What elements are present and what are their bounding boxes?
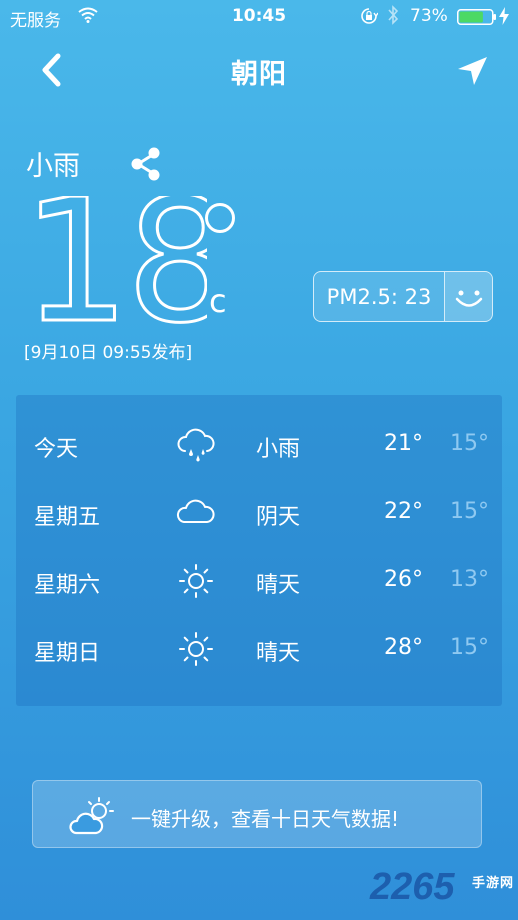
watermark-site: 手游网 (472, 876, 515, 891)
temperature-unit: C (209, 282, 227, 320)
temperature-text: 18 (22, 196, 207, 326)
forecast-low: 15° (450, 635, 489, 660)
charging-icon (499, 7, 509, 25)
forecast-day: 星期六 (34, 573, 101, 598)
forecast-high: 28° (384, 635, 423, 660)
upgrade-button[interactable]: 一键升级，查看十日天气数据! (32, 780, 482, 848)
cloud-sun-icon (69, 797, 114, 835)
cloud-icon (176, 499, 215, 523)
bluetooth-icon (388, 5, 399, 25)
forecast-day: 星期五 (34, 505, 101, 530)
temperature-value: 18 (22, 196, 207, 326)
forecast-day: 今天 (34, 437, 79, 462)
upgrade-text: 一键升级，查看十日天气数据! (131, 807, 400, 831)
forecast-day: 星期日 (34, 641, 101, 666)
rain-cloud-icon (177, 428, 215, 462)
status-bar: 无服务 10:45 73% (0, 0, 518, 34)
smiley-face-icon (445, 272, 492, 321)
location-arrow-icon[interactable] (454, 54, 490, 88)
forecast-high: 26° (384, 567, 423, 592)
forecast-row: 星期五 阴天 22° 15° (16, 493, 502, 533)
forecast-row: 今天 小雨 21° 15° (16, 425, 502, 465)
forecast-high: 22° (384, 499, 423, 524)
forecast-low: 13° (450, 567, 489, 592)
forecast-panel: 今天 小雨 21° 15° 星期五 阴天 22° 15° 星期六 晴天 26° … (16, 395, 502, 706)
forecast-low: 15° (450, 431, 489, 456)
pm25-badge[interactable]: PM2.5: 23 (313, 271, 493, 322)
watermark-logo: 2265 手游网 (370, 866, 518, 916)
pm25-label: PM2.5: 23 (314, 272, 445, 321)
sun-icon (179, 632, 213, 666)
battery-percent: 73% (410, 6, 448, 26)
sun-icon (179, 564, 213, 598)
forecast-row: 星期日 晴天 28° 15° (16, 629, 502, 669)
share-icon[interactable] (128, 145, 164, 183)
rotation-lock-icon (361, 8, 378, 24)
watermark-number: 2265 (370, 866, 455, 908)
forecast-desc: 晴天 (256, 573, 301, 598)
forecast-desc: 阴天 (256, 505, 301, 530)
publish-time: [9月10日 09:55发布] (24, 343, 193, 363)
degree-symbol (205, 203, 235, 233)
current-condition: 小雨 (26, 151, 80, 182)
city-title: 朝阳 (231, 59, 287, 90)
battery-icon (457, 9, 496, 25)
forecast-desc: 小雨 (256, 437, 301, 462)
forecast-row: 星期六 晴天 26° 13° (16, 561, 502, 601)
forecast-desc: 晴天 (256, 641, 301, 666)
forecast-low: 15° (450, 499, 489, 524)
forecast-high: 21° (384, 431, 423, 456)
